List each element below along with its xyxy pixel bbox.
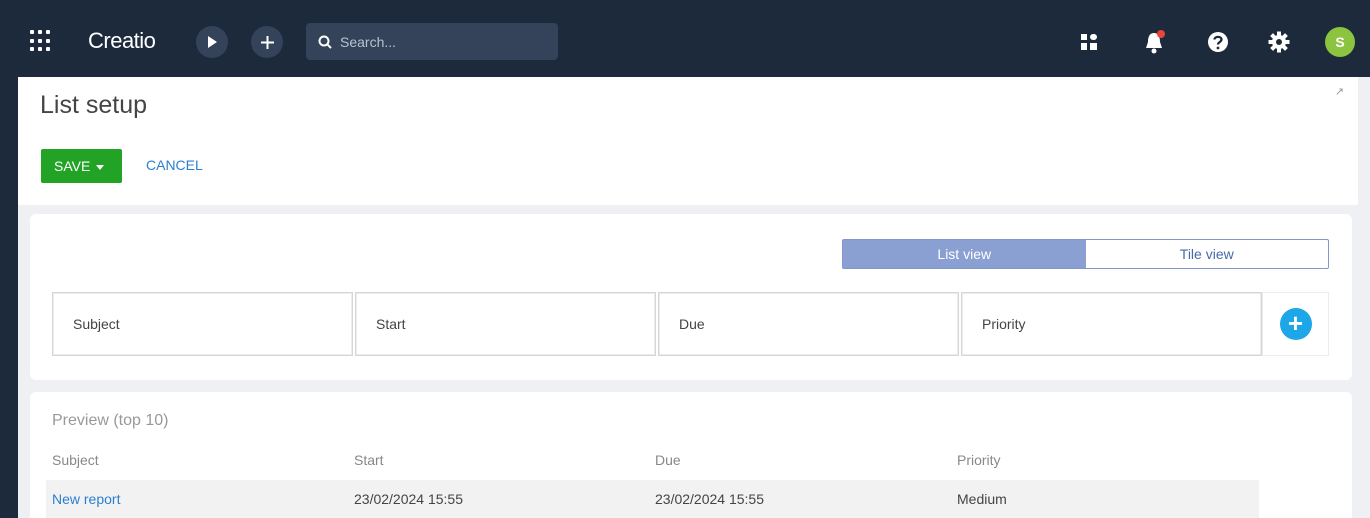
add-column-button[interactable]: +: [1279, 308, 1312, 340]
column-row: Subject Start Due Priority: [52, 292, 1264, 356]
view-toggle: List view Tile view: [842, 239, 1329, 269]
save-button[interactable]: SAVE: [41, 149, 122, 183]
apps-grid-icon[interactable]: [30, 30, 52, 52]
top-bar: Creatio Search... S: [0, 0, 1370, 77]
columns-setup-card: List view Tile view Subject Start Due Pr…: [30, 214, 1352, 380]
cancel-button[interactable]: CANCEL: [146, 157, 203, 173]
page-title: List setup: [40, 91, 148, 119]
save-label: SAVE: [54, 158, 91, 174]
preview-header-start: Start: [354, 452, 384, 468]
help-icon[interactable]: [1204, 28, 1232, 56]
column-due[interactable]: Due: [658, 292, 959, 356]
play-button[interactable]: [196, 26, 228, 58]
preview-header-priority: Priority: [957, 452, 1001, 468]
preview-card: Preview (top 10) Subject Start Due Prior…: [30, 392, 1352, 518]
table-row: [46, 480, 1259, 518]
gear-icon[interactable]: [1265, 28, 1293, 56]
column-priority[interactable]: Priority: [961, 292, 1262, 356]
column-subject[interactable]: Subject: [52, 292, 353, 356]
play-icon: [208, 36, 217, 48]
column-start[interactable]: Start: [355, 292, 656, 356]
list-view-option[interactable]: List view: [843, 240, 1086, 268]
add-button[interactable]: [251, 26, 283, 58]
app-logo[interactable]: Creatio: [88, 28, 156, 54]
preview-header-due: Due: [655, 452, 681, 468]
search-box[interactable]: [306, 23, 558, 60]
preview-cell-due: 23/02/2024 15:55: [655, 491, 764, 507]
page-header: List setup ↗ SAVE CANCEL: [18, 77, 1358, 205]
preview-header-subject: Subject: [52, 452, 99, 468]
avatar[interactable]: S: [1325, 27, 1355, 57]
chevron-down-icon: [96, 164, 105, 170]
left-edge-strip: [0, 0, 18, 518]
preview-cell-start: 23/02/2024 15:55: [354, 491, 463, 507]
expand-icon[interactable]: ↗: [1335, 85, 1344, 98]
bell-icon[interactable]: [1141, 28, 1169, 56]
tile-view-option[interactable]: Tile view: [1086, 240, 1329, 268]
preview-title: Preview (top 10): [52, 412, 169, 429]
search-input[interactable]: [340, 33, 540, 50]
add-column-cell: +: [1262, 292, 1329, 356]
dashboard-icon[interactable]: [1075, 28, 1103, 56]
plus-icon: [260, 35, 274, 49]
preview-cell-subject[interactable]: New report: [52, 491, 120, 507]
search-icon: [318, 35, 332, 49]
preview-cell-priority: Medium: [957, 491, 1007, 507]
